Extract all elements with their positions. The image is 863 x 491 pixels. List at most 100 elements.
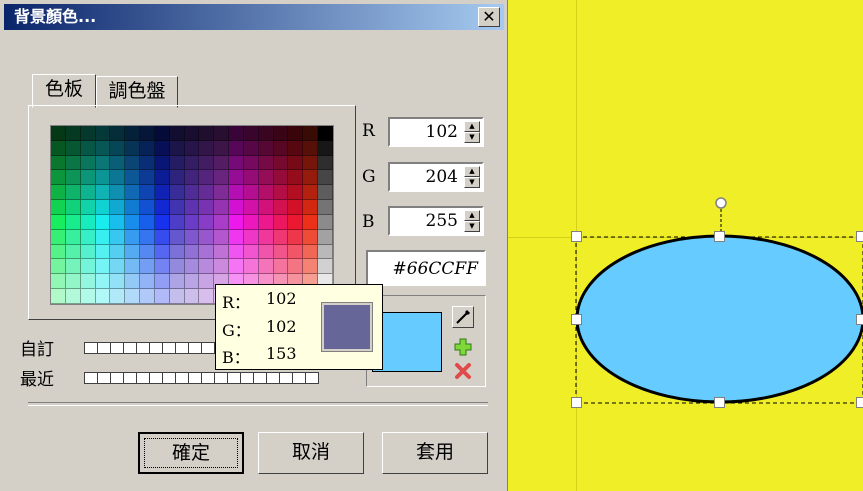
color-swatch[interactable] [65,214,81,230]
empty-swatch[interactable] [84,372,98,384]
ellipse-shape[interactable] [508,0,863,491]
color-swatch[interactable] [184,140,200,156]
color-swatch[interactable] [169,244,185,260]
selection-handle-top-left[interactable] [571,231,582,242]
color-swatch[interactable] [169,214,185,230]
color-swatch[interactable] [258,155,274,171]
color-swatch[interactable] [65,274,81,290]
color-swatch[interactable] [214,214,230,230]
color-swatch[interactable] [273,214,289,230]
color-swatch[interactable] [140,155,155,171]
color-swatch[interactable] [258,229,274,245]
empty-swatch[interactable] [110,342,124,354]
color-swatch[interactable] [80,126,96,141]
g-spinner[interactable]: 204 ▲ ▼ [388,162,484,192]
color-swatch[interactable] [140,126,155,141]
color-swatch[interactable] [95,259,111,275]
color-swatch[interactable] [199,140,215,156]
tab-swatches[interactable]: 色板 [32,74,96,108]
color-swatch[interactable] [318,155,333,171]
color-swatch[interactable] [110,155,126,171]
color-swatch[interactable] [243,259,259,275]
selection-handle-top[interactable] [714,231,725,242]
color-swatch[interactable] [184,126,200,141]
color-swatch[interactable] [125,126,141,141]
color-swatch[interactable] [303,259,319,275]
color-swatch[interactable] [154,274,170,290]
color-swatch[interactable] [288,244,304,260]
empty-swatch[interactable] [201,342,215,354]
eyedropper-button[interactable] [452,306,474,328]
color-swatch[interactable] [258,214,274,230]
color-swatch[interactable] [125,274,141,290]
apply-button[interactable]: 套用 [382,432,488,474]
color-swatch[interactable] [318,200,333,215]
color-swatch[interactable] [169,170,185,186]
empty-swatch[interactable] [123,372,137,384]
empty-swatch[interactable] [240,372,254,384]
color-swatch[interactable] [229,155,244,171]
color-swatch[interactable] [303,185,319,201]
color-swatch[interactable] [80,259,96,275]
color-swatch[interactable] [243,200,259,215]
color-swatch[interactable] [140,140,155,156]
color-swatch[interactable] [318,185,333,201]
color-swatch[interactable] [214,185,230,201]
color-swatch[interactable] [65,155,81,171]
color-swatch[interactable] [51,185,66,201]
color-swatch[interactable] [51,126,66,141]
color-swatch[interactable] [51,155,66,171]
color-swatch[interactable] [229,170,244,186]
color-swatch[interactable] [258,170,274,186]
selection-handle-right[interactable] [856,314,863,325]
color-swatch[interactable] [318,244,333,260]
color-swatch[interactable] [199,170,215,186]
r-down-arrow[interactable]: ▼ [464,132,480,143]
color-swatch[interactable] [154,229,170,245]
selection-handle-bottom-left[interactable] [571,397,582,408]
color-swatch[interactable] [140,274,155,290]
color-swatch[interactable] [65,185,81,201]
empty-swatch[interactable] [266,372,280,384]
color-swatch[interactable] [318,229,333,245]
color-swatch[interactable] [51,200,66,215]
color-swatch[interactable] [125,214,141,230]
color-swatch[interactable] [125,200,141,215]
color-swatch[interactable] [95,289,111,304]
empty-swatch[interactable] [188,342,202,354]
color-swatch[interactable] [199,244,215,260]
empty-swatch[interactable] [149,342,163,354]
color-swatch[interactable] [95,200,111,215]
delete-custom-color-button[interactable] [452,360,474,382]
color-swatch[interactable] [169,289,185,304]
color-swatch[interactable] [65,200,81,215]
color-swatch[interactable] [110,170,126,186]
color-swatch[interactable] [154,126,170,141]
color-swatch[interactable] [243,140,259,156]
color-swatch[interactable] [110,140,126,156]
color-swatch[interactable] [303,140,319,156]
color-swatch[interactable] [95,229,111,245]
color-swatch[interactable] [110,259,126,275]
title-bar[interactable]: 背景顏色... ✕ [4,4,504,30]
close-button[interactable]: ✕ [478,7,500,27]
color-swatch[interactable] [65,126,81,141]
color-swatch[interactable] [288,229,304,245]
color-swatch[interactable] [288,126,304,141]
empty-swatch[interactable] [136,372,150,384]
color-swatch[interactable] [80,155,96,171]
empty-swatch[interactable] [149,372,163,384]
color-swatch[interactable] [214,155,230,171]
color-swatch[interactable] [154,155,170,171]
color-swatch[interactable] [258,244,274,260]
color-swatch[interactable] [214,200,230,215]
color-swatch[interactable] [169,185,185,201]
color-swatch[interactable] [51,229,66,245]
color-swatch[interactable] [243,170,259,186]
empty-swatch[interactable] [175,342,189,354]
color-swatch[interactable] [303,214,319,230]
color-swatch[interactable] [184,289,200,304]
color-swatch[interactable] [273,170,289,186]
color-swatch[interactable] [258,259,274,275]
color-swatch[interactable] [258,126,274,141]
